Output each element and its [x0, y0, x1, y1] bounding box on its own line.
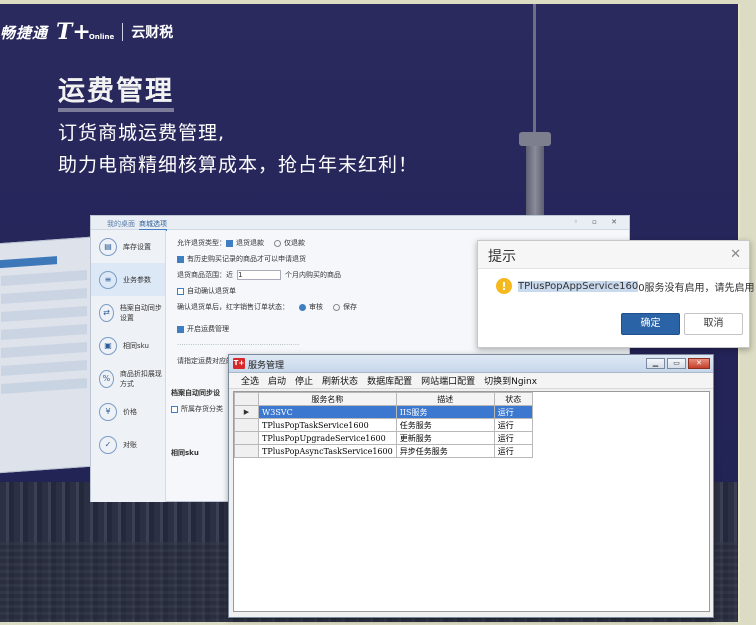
table-row[interactable]: TPlusPopUpgradeService1600 更新服务 运行 [234, 431, 533, 445]
window-close-button[interactable]: ✕ [688, 358, 710, 369]
service-name-cell[interactable]: W3SVC [258, 405, 397, 419]
row-header-corner [234, 392, 259, 406]
select-all-button[interactable]: 全选 [241, 374, 259, 387]
minimize-button[interactable]: ▁ [646, 358, 665, 369]
switch-nginx-button[interactable]: 切换到Nginx [484, 374, 537, 387]
app-tabbar: 我的桌面 商城选项 ◦ ▫ ✕ [91, 216, 629, 231]
hint-dialog: 提示 ✕ ! TPlusPopAppService160 0服务没有启用，请先启用… [477, 240, 756, 348]
discount-icon: % [99, 369, 114, 388]
site-port-config-button[interactable]: 网站端口配置 [421, 374, 475, 387]
refund-opt2-radio [274, 239, 281, 247]
app-sidebar: ▤ 库存设置 ≡ 业务参数 ⇄ 档案自动同步设置 ▣ 相同sku % 商品折扣展现方式 ¥… [91, 230, 166, 502]
app-side-discount: % 商品折扣展现方式 [91, 362, 165, 395]
row-pointer-icon: ▶ [234, 405, 259, 419]
service-state-cell[interactable]: 运行 [493, 444, 533, 458]
service-state-cell[interactable]: 运行 [493, 418, 533, 432]
service-manager-titlebar[interactable]: T+ 服务管理 ▁ ▭ ✕ [229, 355, 713, 373]
hero-title: 运费管理 [58, 76, 174, 112]
service-grid: 服务名称 描述 状态 ▶ W3SVC IIS服务 运行 TPlusPopTask… [233, 391, 710, 612]
service-toolbar: 全选 启动 停止 刷新状态 数据库配置 网站端口配置 切换到Nginx [229, 373, 713, 389]
service-table: 服务名称 描述 状态 ▶ W3SVC IIS服务 运行 TPlusPopTask… [234, 392, 533, 458]
sku-icon: ▣ [99, 336, 117, 355]
start-button[interactable]: 启动 [268, 374, 286, 387]
brand-logo-chanjet: 畅捷通 [0, 23, 49, 42]
database-config-button[interactable]: 数据库配置 [367, 374, 412, 387]
app-window-buttons: ◦ ▫ ✕ [573, 218, 623, 226]
hint-message: ! TPlusPopAppService160 0服务没有启用，请先启用！ [496, 278, 756, 294]
warning-icon: ! [496, 278, 512, 294]
stock-icon: ▤ [99, 237, 117, 256]
tower-mast [533, 4, 536, 134]
left-preview-screenshot [0, 236, 92, 474]
stop-button[interactable]: 停止 [295, 374, 313, 387]
window-title: 服务管理 [248, 361, 285, 371]
service-desc-cell[interactable]: 任务服务 [395, 418, 495, 432]
column-header-state[interactable]: 状态 [493, 392, 533, 406]
table-header-row: 服务名称 描述 状态 [234, 392, 533, 406]
hint-message-text: 0服务没有启用，请先启用！ [638, 282, 756, 294]
tower-pod [519, 132, 551, 146]
params-icon: ≡ [99, 270, 117, 289]
table-row[interactable]: TPlusPopAsyncTaskService1600 异步任务服务 运行 [234, 444, 533, 458]
brand-logo-online: Online [88, 33, 115, 41]
column-header-name[interactable]: 服务名称 [258, 392, 397, 406]
price-icon: ¥ [99, 402, 117, 421]
app-side-stock: ▤ 库存设置 [91, 230, 165, 263]
hint-message-highlight: TPlusPopAppService160 [518, 280, 639, 292]
service-desc-cell[interactable]: IIS服务 [395, 405, 495, 419]
logo-divider [122, 23, 124, 41]
app-side-sync: ⇄ 档案自动同步设置 [91, 296, 165, 329]
brand-logo-tplus: T+ [56, 19, 91, 45]
app-side-params: ≡ 业务参数 [91, 263, 165, 296]
reconcile-icon: ✓ [99, 435, 117, 454]
service-name-cell[interactable]: TPlusPopUpgradeService1600 [258, 431, 397, 445]
brand-logo: 畅捷通 T+ Online 云财税 [0, 18, 173, 46]
tplus-app-icon: T+ [233, 358, 245, 369]
refresh-status-button[interactable]: 刷新状态 [322, 374, 358, 387]
hero-subtitle-1: 订货商城运费管理, [58, 122, 226, 144]
refund-opt1-checkbox [226, 239, 233, 247]
app-side-sku: ▣ 相同sku [91, 329, 165, 362]
column-header-desc[interactable]: 描述 [395, 392, 495, 406]
service-manager-window: T+ 服务管理 ▁ ▭ ✕ 全选 启动 停止 刷新状态 数据库配置 网站端口配置… [228, 354, 714, 618]
close-icon[interactable]: ✕ [730, 247, 741, 262]
sync-icon: ⇄ [99, 303, 114, 322]
maximize-button[interactable]: ▭ [667, 358, 686, 369]
app-side-price: ¥ 价格 [91, 395, 165, 428]
service-name-cell[interactable]: TPlusPopAsyncTaskService1600 [258, 444, 397, 458]
brand-logo-cloud: 云财税 [131, 25, 174, 41]
service-state-cell[interactable]: 运行 [493, 405, 533, 419]
table-row[interactable]: TPlusPopTaskService1600 任务服务 运行 [234, 418, 533, 432]
service-desc-cell[interactable]: 异步任务服务 [395, 444, 495, 458]
cancel-button[interactable]: 取消 [684, 313, 743, 335]
service-state-cell[interactable]: 运行 [493, 431, 533, 445]
hint-dialog-title: 提示 [488, 249, 516, 265]
service-desc-cell[interactable]: 更新服务 [395, 431, 495, 445]
hint-dialog-header: 提示 ✕ [478, 241, 749, 269]
service-name-cell[interactable]: TPlusPopTaskService1600 [258, 418, 397, 432]
table-row[interactable]: ▶ W3SVC IIS服务 运行 [234, 405, 533, 419]
confirm-button[interactable]: 确定 [621, 313, 680, 335]
hero-subtitle-2: 助力电商精细核算成本，抢占年末红利！ [58, 154, 419, 176]
app-side-reconcile: ✓ 对账 [91, 428, 165, 461]
tower-body [526, 146, 544, 216]
app-tab-desktop: 我的桌面 [107, 220, 135, 228]
